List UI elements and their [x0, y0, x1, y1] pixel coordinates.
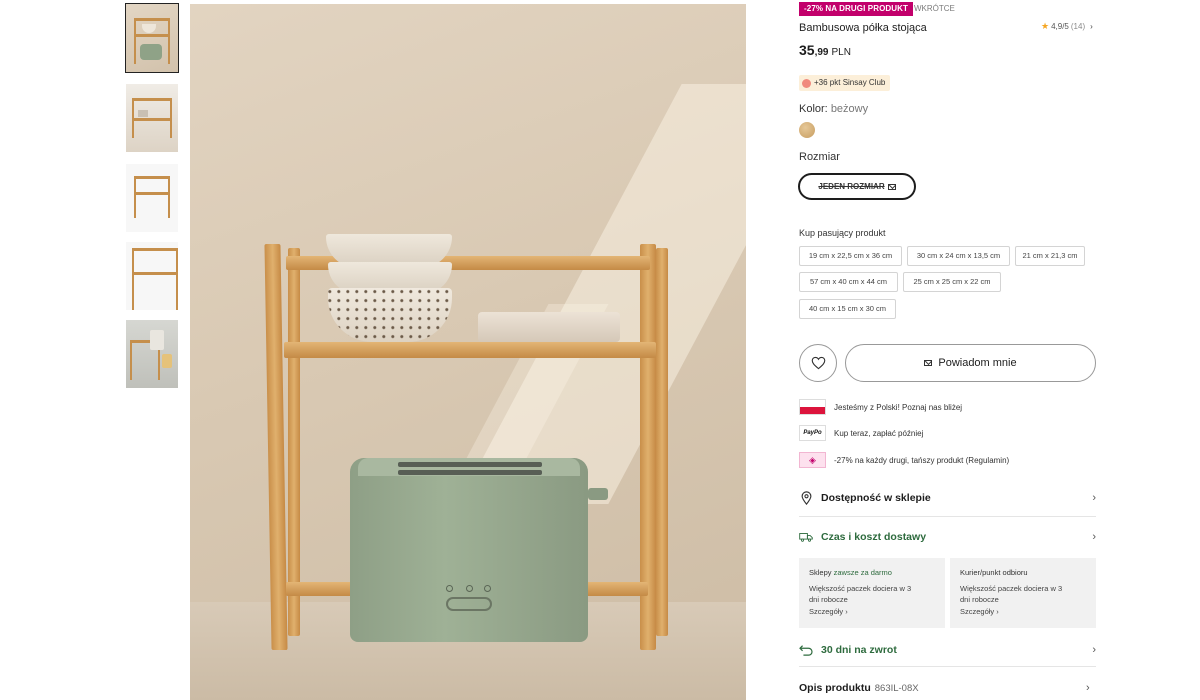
matching-chip-5[interactable]: 25 cm x 25 cm x 22 cm	[903, 272, 1001, 292]
matching-chip-3[interactable]: 21 cm x 21,3 cm	[1015, 246, 1085, 266]
info-paypo-row: PayPo Kup teraz, zapłać później	[799, 425, 923, 441]
price-currency: PLN	[831, 47, 851, 58]
rating-score: 4,9/5	[1051, 22, 1069, 31]
rating-count: (14)	[1070, 22, 1086, 31]
accordion-availability[interactable]: Dostępność w sklepie ›	[799, 485, 1096, 511]
product-main-image[interactable]	[190, 4, 746, 700]
chevron-right-icon: ›	[1092, 492, 1096, 504]
size-label: Rozmiar	[799, 151, 840, 163]
chevron-right-icon: ›	[1086, 682, 1090, 694]
matching-chip-4[interactable]: 57 cm x 40 cm x 44 cm	[799, 272, 898, 292]
chevron-right-icon: ›	[1090, 22, 1093, 31]
product-title: Bambusowa półka stojąca	[799, 22, 927, 34]
thumbnail-2[interactable]	[126, 84, 178, 152]
heart-icon	[811, 356, 825, 370]
accordion-delivery[interactable]: Czas i koszt dostawy ›	[799, 524, 1096, 550]
chevron-right-icon: ›	[1092, 531, 1096, 543]
info-discount-text: -27% na każdy drugi, tańszy produkt (Reg…	[834, 455, 1010, 465]
size-option-text: JEDEN ROZMIAR	[818, 182, 885, 191]
thumbnail-3[interactable]	[126, 164, 178, 232]
rating[interactable]: ★ 4,9/5 (14) ›	[1041, 21, 1093, 32]
color-label-text: Kolor:	[799, 103, 828, 115]
matching-chip-1[interactable]: 19 cm x 22,5 cm x 36 cm	[799, 246, 902, 266]
delivery-card-line: Większość paczek dociera w 3	[960, 583, 1063, 593]
matching-products-title: Kup pasujący produkt	[799, 228, 886, 238]
color-value: beżowy	[830, 103, 869, 115]
product-description-toggle[interactable]: Opis produktu 863IL-08X	[799, 682, 919, 694]
info-paypo-text: Kup teraz, zapłać później	[834, 428, 924, 438]
club-points-badge: +36 pkt Sinsay Club	[799, 75, 891, 91]
club-icon	[802, 78, 811, 88]
chevron-right-icon: ›	[1092, 644, 1096, 656]
accordion-returns[interactable]: 30 dni na zwrot ›	[799, 637, 1096, 663]
delivery-card-line: dni robocze	[960, 595, 999, 604]
promo-badge: -27% NA DRUGI PRODUKT	[799, 2, 914, 16]
accordion-returns-label: 30 dni na zwrot	[821, 644, 897, 656]
matching-chip-2[interactable]: 30 cm x 24 cm x 13,5 cm	[907, 246, 1010, 266]
details-link[interactable]: Szczegóły ›	[960, 606, 1086, 618]
envelope-icon	[887, 183, 896, 190]
wishlist-button[interactable]	[799, 344, 837, 382]
return-arrow-icon	[799, 644, 813, 656]
delivery-card-highlight: zawsze za darmo	[833, 568, 892, 577]
delivery-card-line: dni robocze	[809, 595, 848, 604]
color-label: Kolor: beżowy	[799, 103, 868, 115]
details-link[interactable]: Szczegóły ›	[809, 606, 935, 618]
delivery-card-title: Kurier/punkt odbioru	[960, 568, 1028, 577]
description-label: Opis produktu	[799, 682, 871, 694]
discount-tag-icon: ◈	[799, 452, 826, 468]
color-swatch-beige[interactable]	[799, 122, 815, 138]
matching-chip-6[interactable]: 40 cm x 15 cm x 30 cm	[799, 299, 896, 319]
paypo-logo: PayPo	[799, 425, 826, 441]
info-discount-row[interactable]: ◈ -27% na każdy drugi, tańszy produkt (R…	[799, 452, 1009, 468]
truck-icon	[799, 531, 813, 543]
notify-me-button[interactable]: Powiadom mnie	[845, 344, 1096, 382]
price-integer: 35	[799, 42, 815, 58]
thumbnail-5[interactable]	[126, 320, 178, 388]
delivery-card-line: Większość paczek dociera w 3	[809, 583, 912, 593]
thumbnail-4[interactable]	[126, 242, 178, 310]
delivery-card-stores: Sklepy zawsze za darmo Większość paczek …	[799, 558, 945, 628]
info-polish-text: Jesteśmy z Polski! Poznaj nas bliżej	[834, 402, 963, 412]
accordion-delivery-label: Czas i koszt dostawy	[821, 531, 927, 543]
club-points-text: +36 pkt Sinsay Club	[814, 78, 886, 87]
size-option-one-size[interactable]: JEDEN ROZMIAR	[798, 173, 916, 200]
delivery-card-courier: Kurier/punkt odbioru Większość paczek do…	[950, 558, 1096, 628]
delivery-card-title: Sklepy	[809, 568, 832, 577]
thumbnail-1[interactable]	[125, 3, 179, 73]
star-icon: ★	[1041, 21, 1050, 31]
product-code: 863IL-08X	[874, 683, 919, 694]
coming-soon-label: WKRÓTCE	[914, 4, 955, 13]
accordion-availability-label: Dostępność w sklepie	[821, 492, 931, 504]
product-price: 35,99 PLN	[799, 42, 851, 58]
location-pin-icon	[799, 491, 813, 505]
poland-flag-icon	[799, 399, 826, 415]
price-decimal: ,99	[814, 47, 829, 58]
info-polish-row[interactable]: Jesteśmy z Polski! Poznaj nas bliżej	[799, 399, 962, 415]
envelope-icon	[924, 360, 933, 366]
notify-me-label: Powiadom mnie	[938, 357, 1017, 369]
